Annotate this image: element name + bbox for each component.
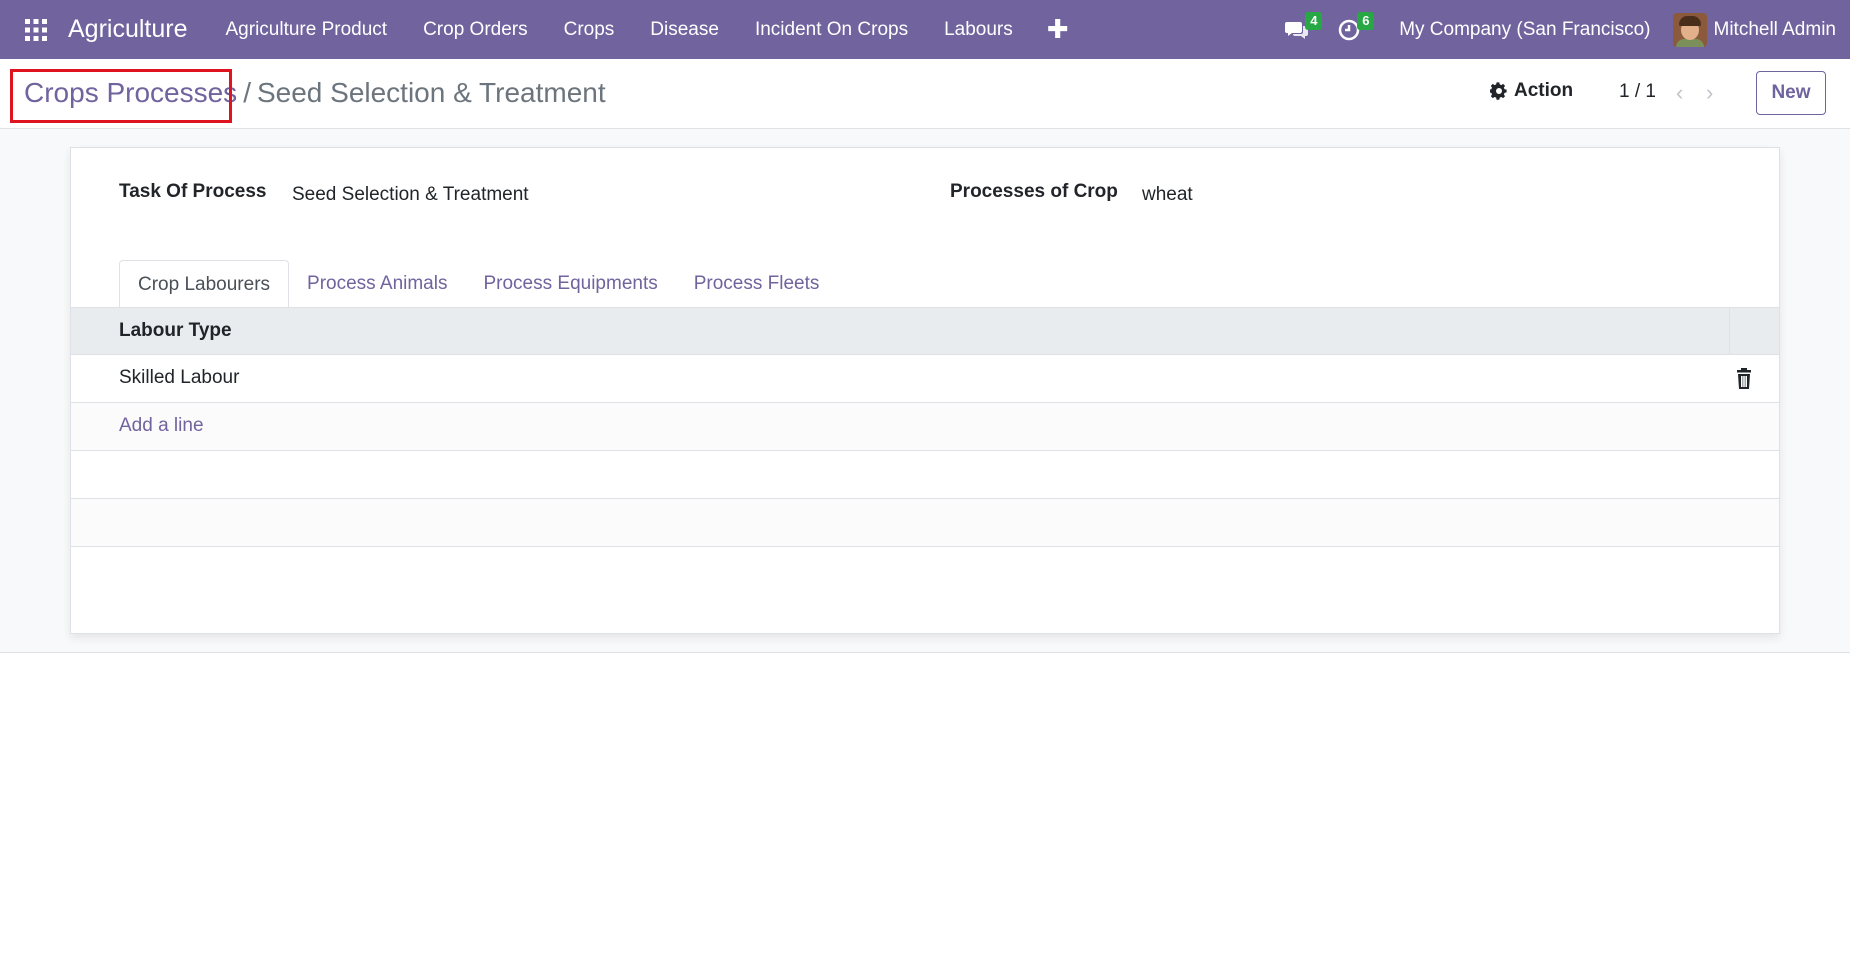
add-line-row: Add a line: [71, 403, 1779, 451]
tab-process-fleets[interactable]: Process Fleets: [676, 260, 838, 308]
activities-count-badge: 6: [1357, 12, 1375, 30]
menu-crops[interactable]: Crops: [546, 0, 633, 59]
task-of-process-field[interactable]: Seed Selection & Treatment: [292, 184, 529, 206]
labourers-table: Labour Type Skilled Labour Add a line: [71, 307, 1779, 547]
menu-disease[interactable]: Disease: [632, 0, 737, 59]
pager-next-button[interactable]: ›: [1706, 80, 1713, 106]
trash-icon[interactable]: [1734, 368, 1754, 390]
pager-value[interactable]: 1 / 1: [1619, 81, 1656, 103]
menu-labours[interactable]: Labours: [926, 0, 1031, 59]
activities-button[interactable]: 6: [1323, 0, 1375, 59]
messages-button[interactable]: 4: [1271, 0, 1323, 59]
table-header: Labour Type: [71, 307, 1779, 355]
gear-icon: [1490, 82, 1507, 100]
processes-of-crop-label: Processes of Crop: [950, 181, 1118, 202]
apps-menu-button[interactable]: [14, 0, 58, 59]
tab-crop-labourers[interactable]: Crop Labourers: [119, 260, 290, 308]
task-of-process-label: Task Of Process: [119, 181, 267, 202]
messages-count-badge: 4: [1305, 12, 1323, 30]
tab-process-animals[interactable]: Process Animals: [289, 260, 465, 308]
tab-process-equipments[interactable]: Process Equipments: [465, 260, 675, 308]
systray: 4 6 My Company (San Francisco) Mitchell …: [1271, 0, 1850, 59]
labour-type-cell[interactable]: Skilled Labour: [119, 367, 239, 389]
notebook-tabs: Crop Labourers Process Animals Process E…: [119, 260, 837, 308]
new-button[interactable]: New: [1756, 71, 1826, 115]
menu-crop-orders[interactable]: Crop Orders: [405, 0, 546, 59]
highlight-box: [10, 69, 232, 123]
user-name: Mitchell Admin: [1713, 18, 1837, 40]
apps-grid-icon: [25, 18, 47, 41]
top-menu: Agriculture Product Crop Orders Crops Di…: [208, 0, 1085, 59]
action-label: Action: [1514, 80, 1574, 101]
pager-previous-button[interactable]: ‹: [1676, 80, 1683, 106]
form-view-area: Task Of Process Seed Selection & Treatme…: [0, 129, 1850, 653]
column-header-labour-type[interactable]: Labour Type: [119, 320, 232, 342]
column-divider: [1729, 308, 1730, 354]
app-brand[interactable]: Agriculture: [68, 15, 188, 44]
table-row[interactable]: Skilled Labour: [71, 355, 1779, 403]
breadcrumb-separator: /: [243, 77, 251, 108]
processes-of-crop-field[interactable]: wheat: [1142, 184, 1193, 206]
menu-agriculture-product[interactable]: Agriculture Product: [208, 0, 406, 59]
main-navbar: Agriculture Agriculture Product Crop Ord…: [0, 0, 1850, 59]
company-switcher[interactable]: My Company (San Francisco): [1375, 19, 1672, 41]
action-menu-button[interactable]: Action: [1490, 80, 1573, 102]
empty-row: [71, 499, 1779, 547]
plus-menu-button[interactable]: ✚: [1031, 0, 1085, 59]
menu-incident-on-crops[interactable]: Incident On Crops: [737, 0, 926, 59]
add-line-link[interactable]: Add a line: [119, 415, 204, 437]
empty-row: [71, 451, 1779, 499]
form-sheet: Task Of Process Seed Selection & Treatme…: [70, 147, 1780, 634]
user-menu[interactable]: Mitchell Admin: [1672, 12, 1850, 47]
avatar: [1672, 12, 1707, 47]
breadcrumb-current: Seed Selection & Treatment: [256, 77, 606, 108]
